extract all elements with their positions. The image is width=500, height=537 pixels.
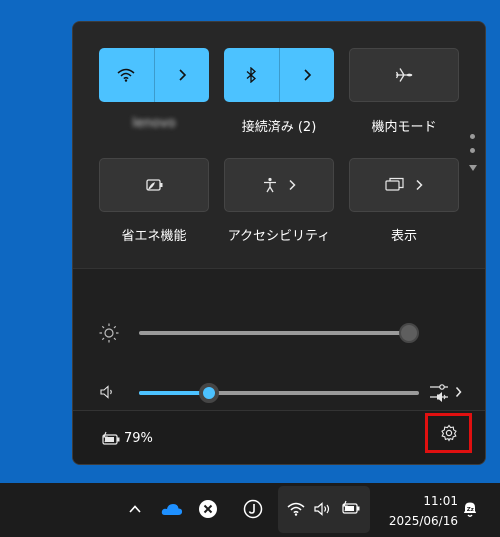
- wifi-network-label: lenovo: [132, 116, 176, 131]
- quick-settings-footer: 79%: [73, 410, 485, 464]
- energy-saver-label: 省エネ機能: [121, 229, 187, 244]
- chevron-up-icon: [129, 505, 141, 513]
- battery-saver-icon: [146, 179, 163, 191]
- bluetooth-expand-button[interactable]: [279, 48, 334, 102]
- svg-text:Zz: Zz: [467, 507, 474, 513]
- battery-charging-icon: [102, 431, 120, 445]
- bluetooth-toggle[interactable]: [224, 48, 279, 102]
- clock-date: 2025/06/16: [388, 514, 458, 528]
- accessibility-label: アクセシビリティ: [227, 229, 331, 244]
- quick-settings-tiles: lenovo 接続済み (2) 機内モード 省エネ機能 アクセシビリティ 表示: [73, 22, 485, 268]
- battery-charging-icon: [342, 500, 360, 514]
- chevron-right-icon: [304, 69, 311, 81]
- brightness-slider-track[interactable]: [139, 331, 409, 335]
- display-tile[interactable]: [349, 158, 459, 212]
- battery-button[interactable]: [101, 431, 121, 447]
- airplane-icon: [395, 68, 413, 82]
- show-hidden-icons-button[interactable]: [127, 501, 143, 517]
- sliders-section: [73, 268, 485, 410]
- taskbar: 11:01 2025/06/16 Zz: [0, 483, 500, 537]
- display-label: 表示: [390, 229, 417, 244]
- page-dot[interactable]: [470, 148, 475, 153]
- chevron-right-icon: [455, 387, 462, 397]
- wifi-tile[interactable]: [99, 48, 209, 102]
- caret-down-icon[interactable]: [468, 164, 478, 172]
- bluetooth-tile[interactable]: [224, 48, 334, 102]
- onedrive-icon[interactable]: [161, 501, 183, 517]
- display-icon: [385, 177, 404, 191]
- gear-icon: [440, 424, 457, 442]
- bluetooth-status-label: 接続済み (2): [241, 120, 317, 135]
- close-circle-icon[interactable]: [198, 499, 218, 519]
- speaker-icon[interactable]: [100, 385, 114, 399]
- accessibility-icon: [264, 177, 276, 193]
- wifi-toggle[interactable]: [99, 48, 154, 102]
- chevron-right-icon: [179, 69, 186, 81]
- battery-percentage: 79%: [124, 431, 153, 446]
- notification-bell-icon[interactable]: Zz: [460, 499, 480, 519]
- airplane-mode-label: 機内モード: [371, 120, 437, 135]
- app-tray-icon[interactable]: [243, 499, 263, 519]
- speaker-icon: [314, 502, 330, 516]
- accessibility-tile[interactable]: [224, 158, 334, 212]
- page-indicator[interactable]: [468, 134, 478, 178]
- settings-button[interactable]: [425, 413, 472, 453]
- taskbar-clock[interactable]: 11:01 2025/06/16: [378, 491, 458, 531]
- airplane-mode-tile[interactable]: [349, 48, 459, 102]
- system-tray-quick-settings-button[interactable]: [278, 486, 370, 533]
- brightness-icon: [98, 322, 120, 344]
- wifi-expand-button[interactable]: [154, 48, 209, 102]
- bluetooth-icon: [246, 67, 257, 83]
- audio-output-button[interactable]: [428, 380, 462, 404]
- wifi-icon: [117, 68, 135, 82]
- energy-saver-tile[interactable]: [99, 158, 209, 212]
- chevron-right-icon: [416, 179, 423, 191]
- volume-slider-thumb[interactable]: [199, 383, 219, 403]
- audio-output-icon: [430, 384, 448, 402]
- brightness-slider-thumb[interactable]: [399, 323, 419, 343]
- clock-time: 11:01: [423, 494, 458, 508]
- wifi-icon: [287, 502, 305, 516]
- quick-settings-panel: lenovo 接続済み (2) 機内モード 省エネ機能 アクセシビリティ 表示 …: [72, 21, 486, 465]
- chevron-right-icon: [289, 179, 296, 191]
- page-dot[interactable]: [470, 134, 475, 139]
